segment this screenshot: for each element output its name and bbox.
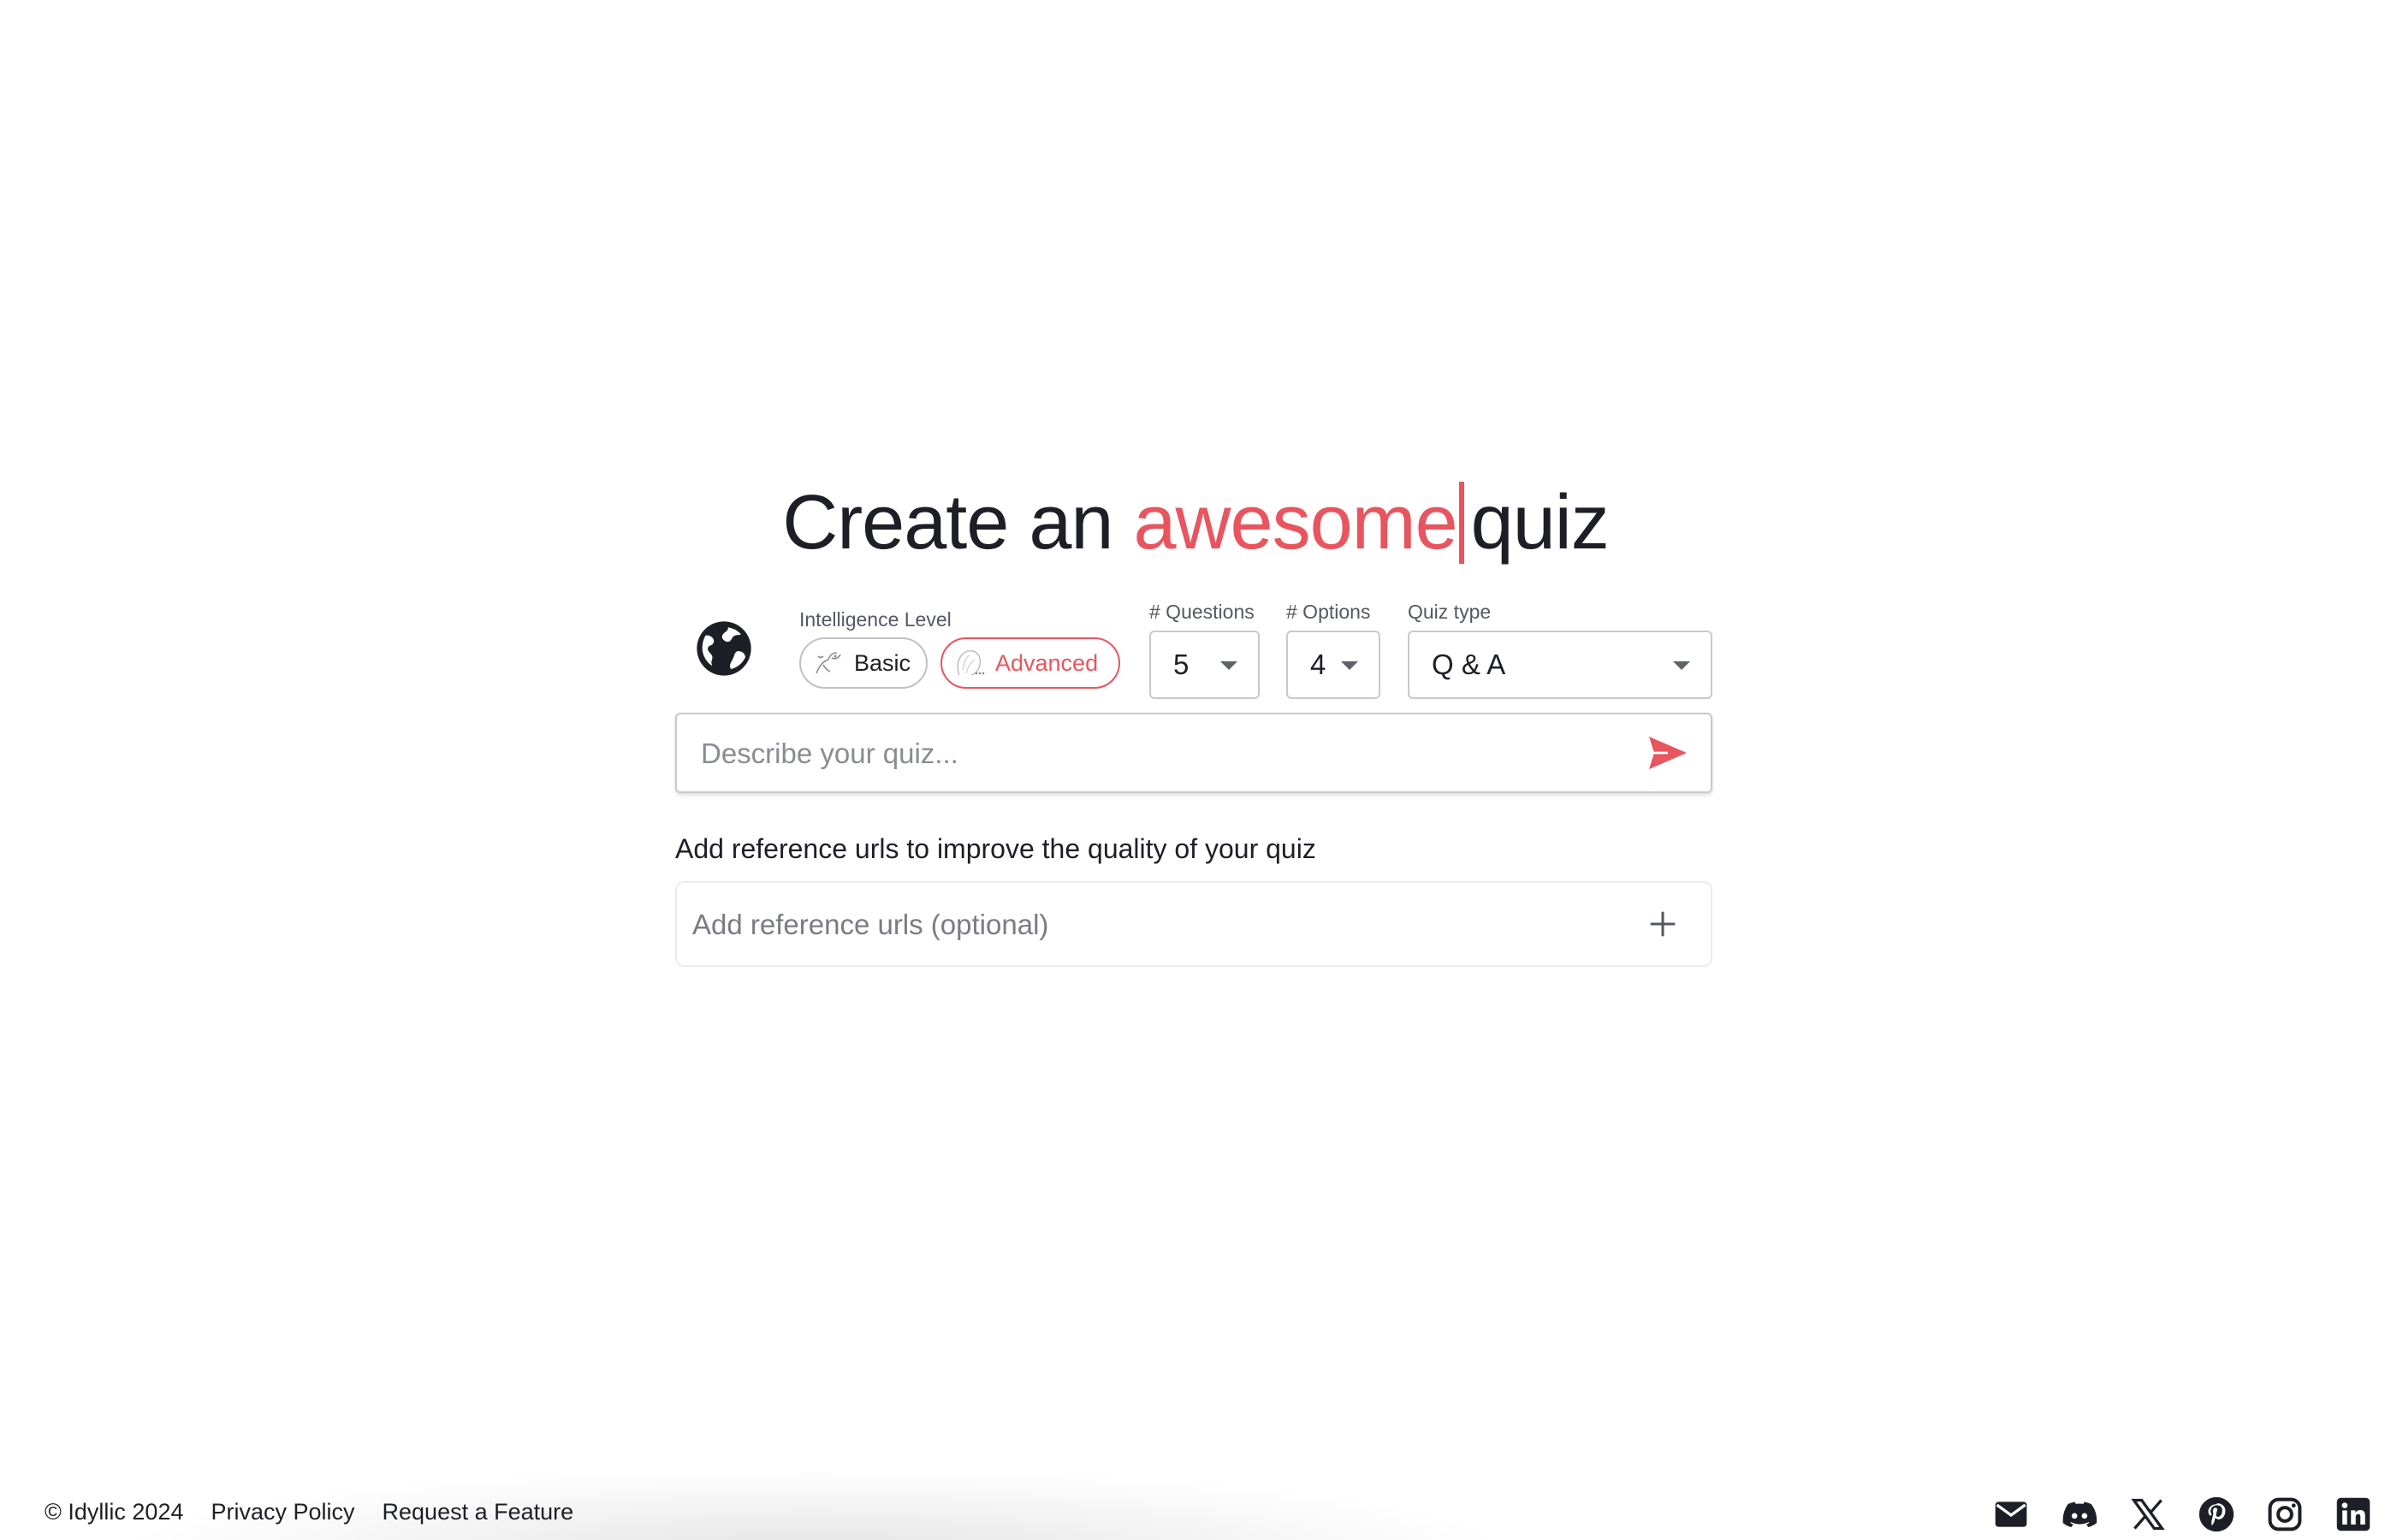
globe-icon[interactable]: [691, 616, 756, 681]
chevron-down-icon: [1673, 661, 1690, 670]
x-icon[interactable]: [2129, 1496, 2167, 1533]
discord-icon[interactable]: [2061, 1496, 2098, 1533]
typing-caret: [1458, 482, 1464, 564]
advanced-mascot-icon: [957, 650, 985, 676]
footer-shadow: [0, 1454, 1626, 1540]
basic-mascot-icon: [816, 652, 841, 674]
intelligence-level-label: Intelligence Level: [799, 608, 952, 631]
linkedin-icon[interactable]: [2335, 1496, 2372, 1533]
headline-prefix: Create an: [782, 480, 1113, 566]
instagram-icon[interactable]: [2266, 1496, 2304, 1533]
headline-accent-word: awesome: [1133, 480, 1457, 566]
questions-count-label: # Questions: [1149, 601, 1255, 623]
intelligence-basic-button[interactable]: Basic: [799, 637, 928, 689]
advanced-label: Advanced: [995, 649, 1099, 676]
questions-count-select[interactable]: 5: [1149, 631, 1260, 699]
options-count-value: 4: [1310, 649, 1326, 680]
quiz-description-field: [675, 713, 1712, 793]
quiz-type-value: Q & A: [1432, 649, 1506, 680]
reference-urls-heading: Add reference urls to improve the qualit…: [675, 833, 1316, 864]
headline-suffix: quiz: [1470, 480, 1610, 566]
copyright-text: © Idyllic 2024: [44, 1499, 184, 1525]
intelligence-advanced-button[interactable]: Advanced: [940, 637, 1120, 689]
mail-icon[interactable]: [1992, 1496, 2030, 1533]
chevron-down-icon: [1341, 661, 1358, 670]
basic-label: Basic: [854, 649, 911, 676]
quiz-type-label: Quiz type: [1408, 601, 1492, 623]
pinterest-icon[interactable]: [2198, 1496, 2235, 1533]
plus-icon[interactable]: [1649, 910, 1676, 938]
social-links: [1992, 1496, 2372, 1533]
options-count-label: # Options: [1286, 601, 1371, 623]
footer-links: © Idyllic 2024 Privacy Policy Request a …: [44, 1499, 573, 1525]
send-icon[interactable]: [1647, 735, 1688, 771]
quiz-description-input[interactable]: [699, 714, 1627, 793]
options-count-select[interactable]: 4: [1286, 631, 1380, 699]
request-feature-link[interactable]: Request a Feature: [383, 1499, 574, 1525]
reference-urls-input[interactable]: [691, 883, 1601, 967]
chevron-down-icon: [1220, 661, 1237, 670]
page-title: Create an awesome quiz: [0, 467, 2391, 578]
privacy-policy-link[interactable]: Privacy Policy: [211, 1499, 354, 1525]
quiz-type-select[interactable]: Q & A: [1408, 631, 1712, 699]
reference-urls-field: [675, 881, 1712, 967]
page: Create an awesome quiz Intelligence Level…: [0, 0, 2391, 1540]
questions-count-value: 5: [1173, 649, 1190, 680]
